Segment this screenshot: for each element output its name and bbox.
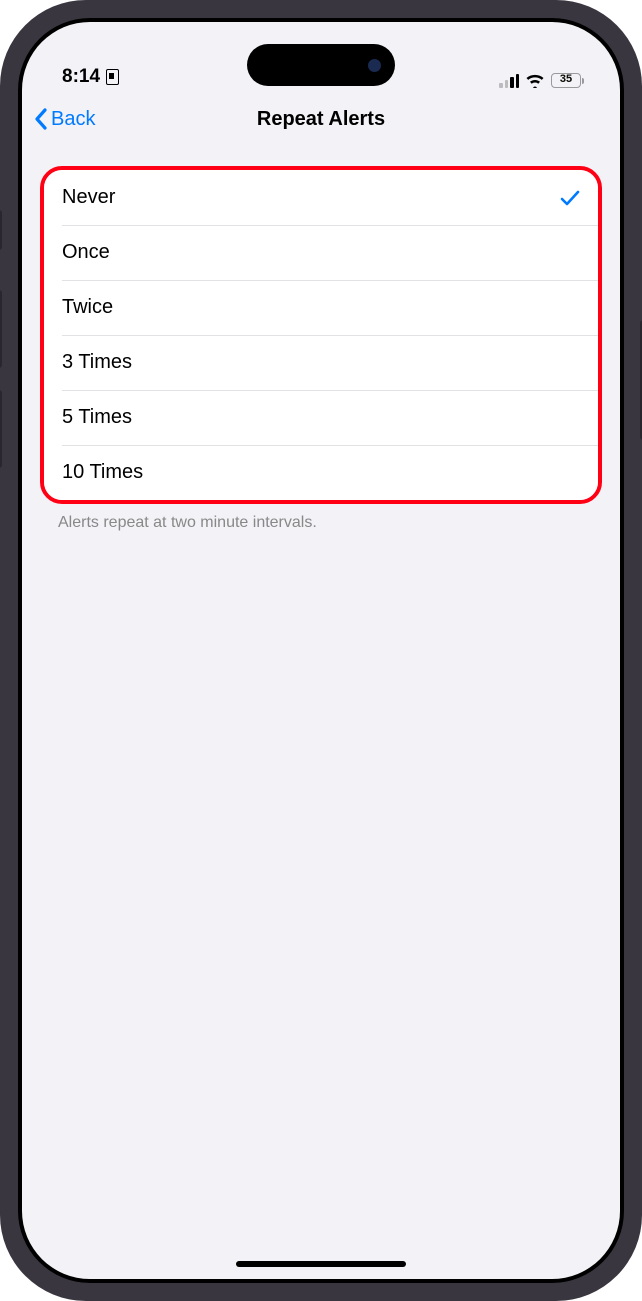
- page-title: Repeat Alerts: [257, 108, 385, 131]
- option-3-times[interactable]: 3 Times: [44, 335, 598, 390]
- battery-icon: 35: [551, 73, 584, 88]
- option-5-times[interactable]: 5 Times: [44, 390, 598, 445]
- annotation-highlight: Never Once Twice 3 Times: [40, 166, 602, 504]
- option-never[interactable]: Never: [44, 170, 598, 225]
- option-label: 5 Times: [62, 406, 132, 429]
- option-label: Twice: [62, 296, 113, 319]
- status-time: 8:14: [62, 66, 100, 88]
- option-twice[interactable]: Twice: [44, 280, 598, 335]
- option-label: 3 Times: [62, 351, 132, 374]
- option-10-times[interactable]: 10 Times: [44, 445, 598, 500]
- nav-bar: Back Repeat Alerts: [22, 92, 620, 146]
- back-label: Back: [51, 108, 95, 131]
- cellular-signal-icon: [499, 74, 519, 88]
- home-indicator[interactable]: [236, 1261, 406, 1267]
- silent-switch: [0, 210, 2, 250]
- screen: 8:14: [22, 22, 620, 1279]
- front-camera-icon: [368, 59, 381, 72]
- dynamic-island: [247, 44, 395, 86]
- option-label: 10 Times: [62, 461, 143, 484]
- status-right: 35: [499, 73, 584, 88]
- content: Never Once Twice 3 Times: [22, 146, 620, 532]
- wifi-icon: [525, 73, 545, 88]
- repeat-alerts-list: Never Once Twice 3 Times: [44, 170, 598, 500]
- checkmark-icon: [560, 189, 580, 207]
- footer-note: Alerts repeat at two minute intervals.: [40, 504, 602, 532]
- device-frame: 8:14: [0, 0, 642, 1301]
- battery-level: 35: [552, 73, 580, 85]
- back-button[interactable]: Back: [34, 108, 95, 131]
- sim-card-icon: [106, 69, 119, 85]
- option-label: Never: [62, 186, 115, 209]
- volume-up-button: [0, 290, 2, 368]
- volume-down-button: [0, 390, 2, 468]
- chevron-left-icon: [34, 108, 48, 130]
- status-left: 8:14: [62, 66, 119, 88]
- option-label: Once: [62, 241, 110, 264]
- option-once[interactable]: Once: [44, 225, 598, 280]
